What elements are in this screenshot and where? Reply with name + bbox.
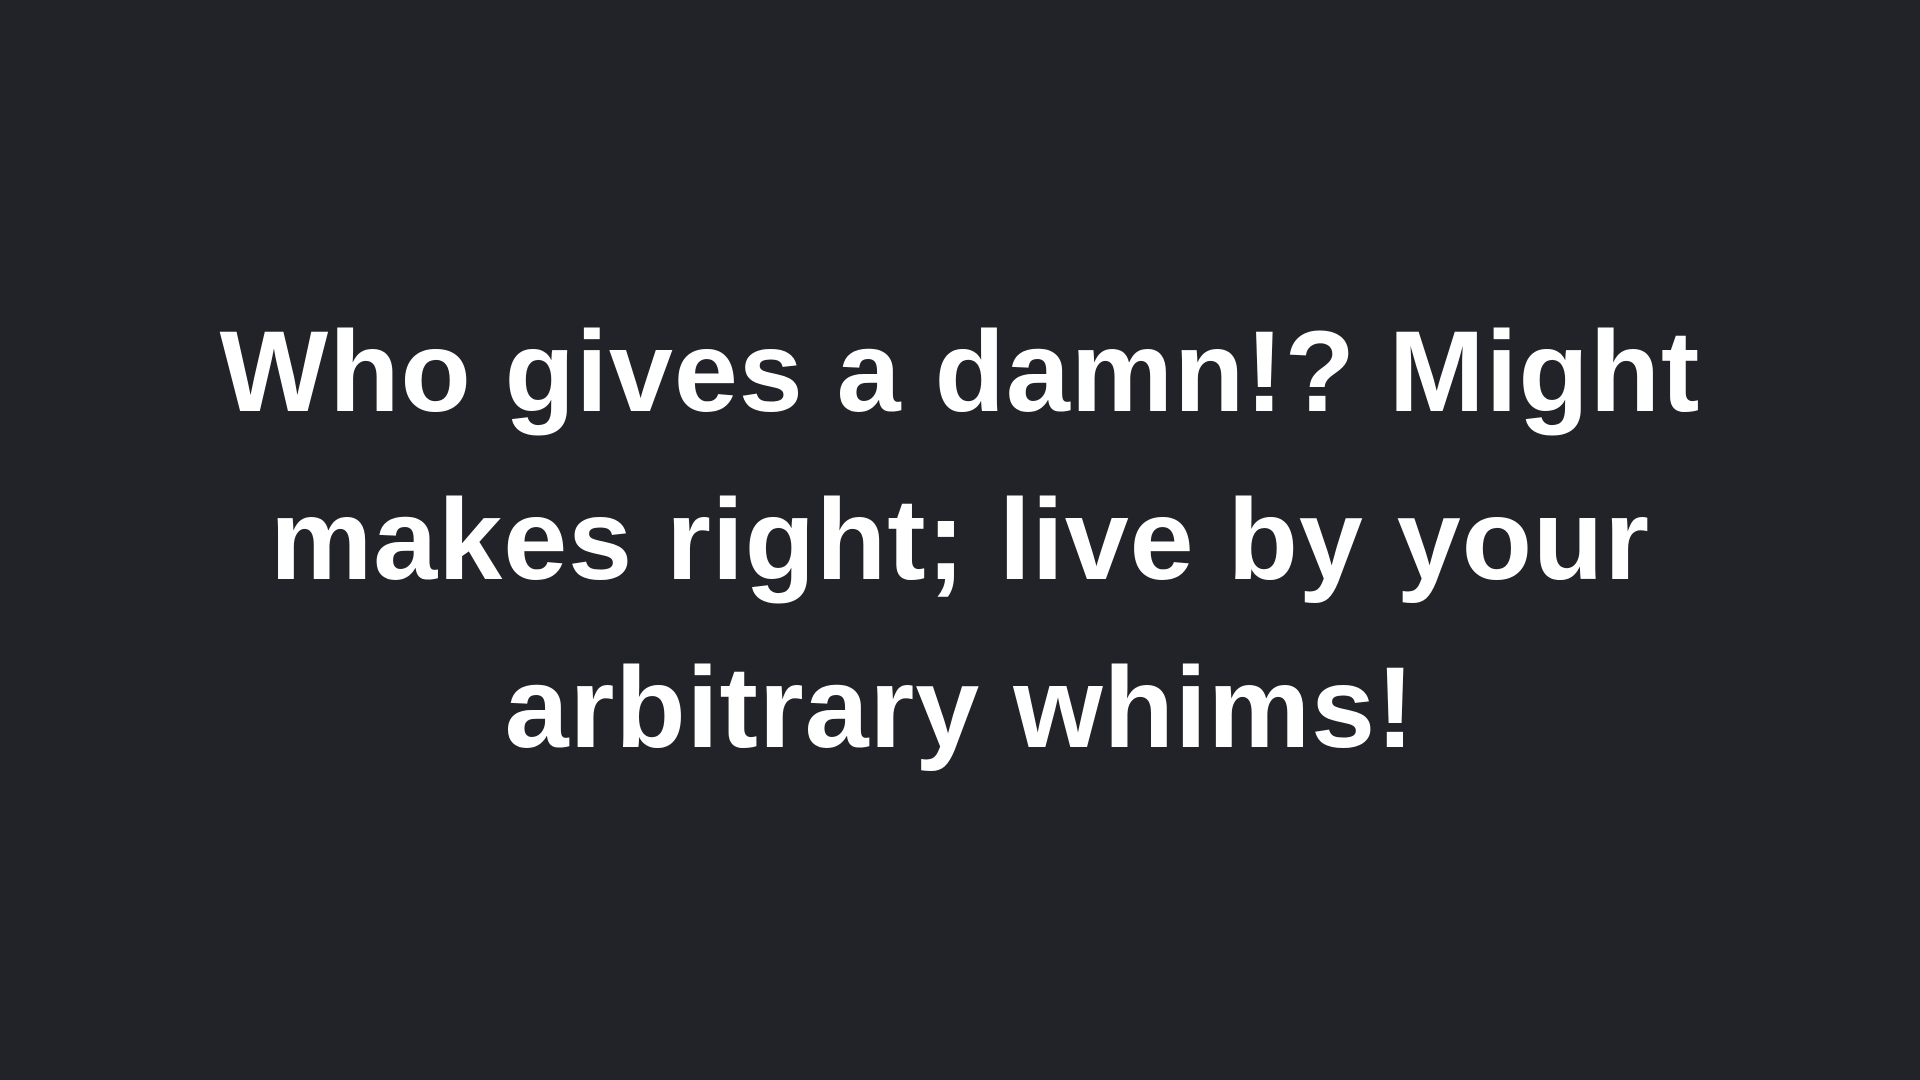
quote-line-3: arbitrary whims!: [504, 644, 1416, 772]
quote-text: Who gives a damn!? Might makes right; li…: [60, 288, 1860, 792]
quote-line-2: makes right; live by your: [270, 476, 1650, 604]
quote-line-1: Who gives a damn!? Might: [219, 308, 1701, 436]
slide-canvas: Who gives a damn!? Might makes right; li…: [0, 0, 1920, 1080]
